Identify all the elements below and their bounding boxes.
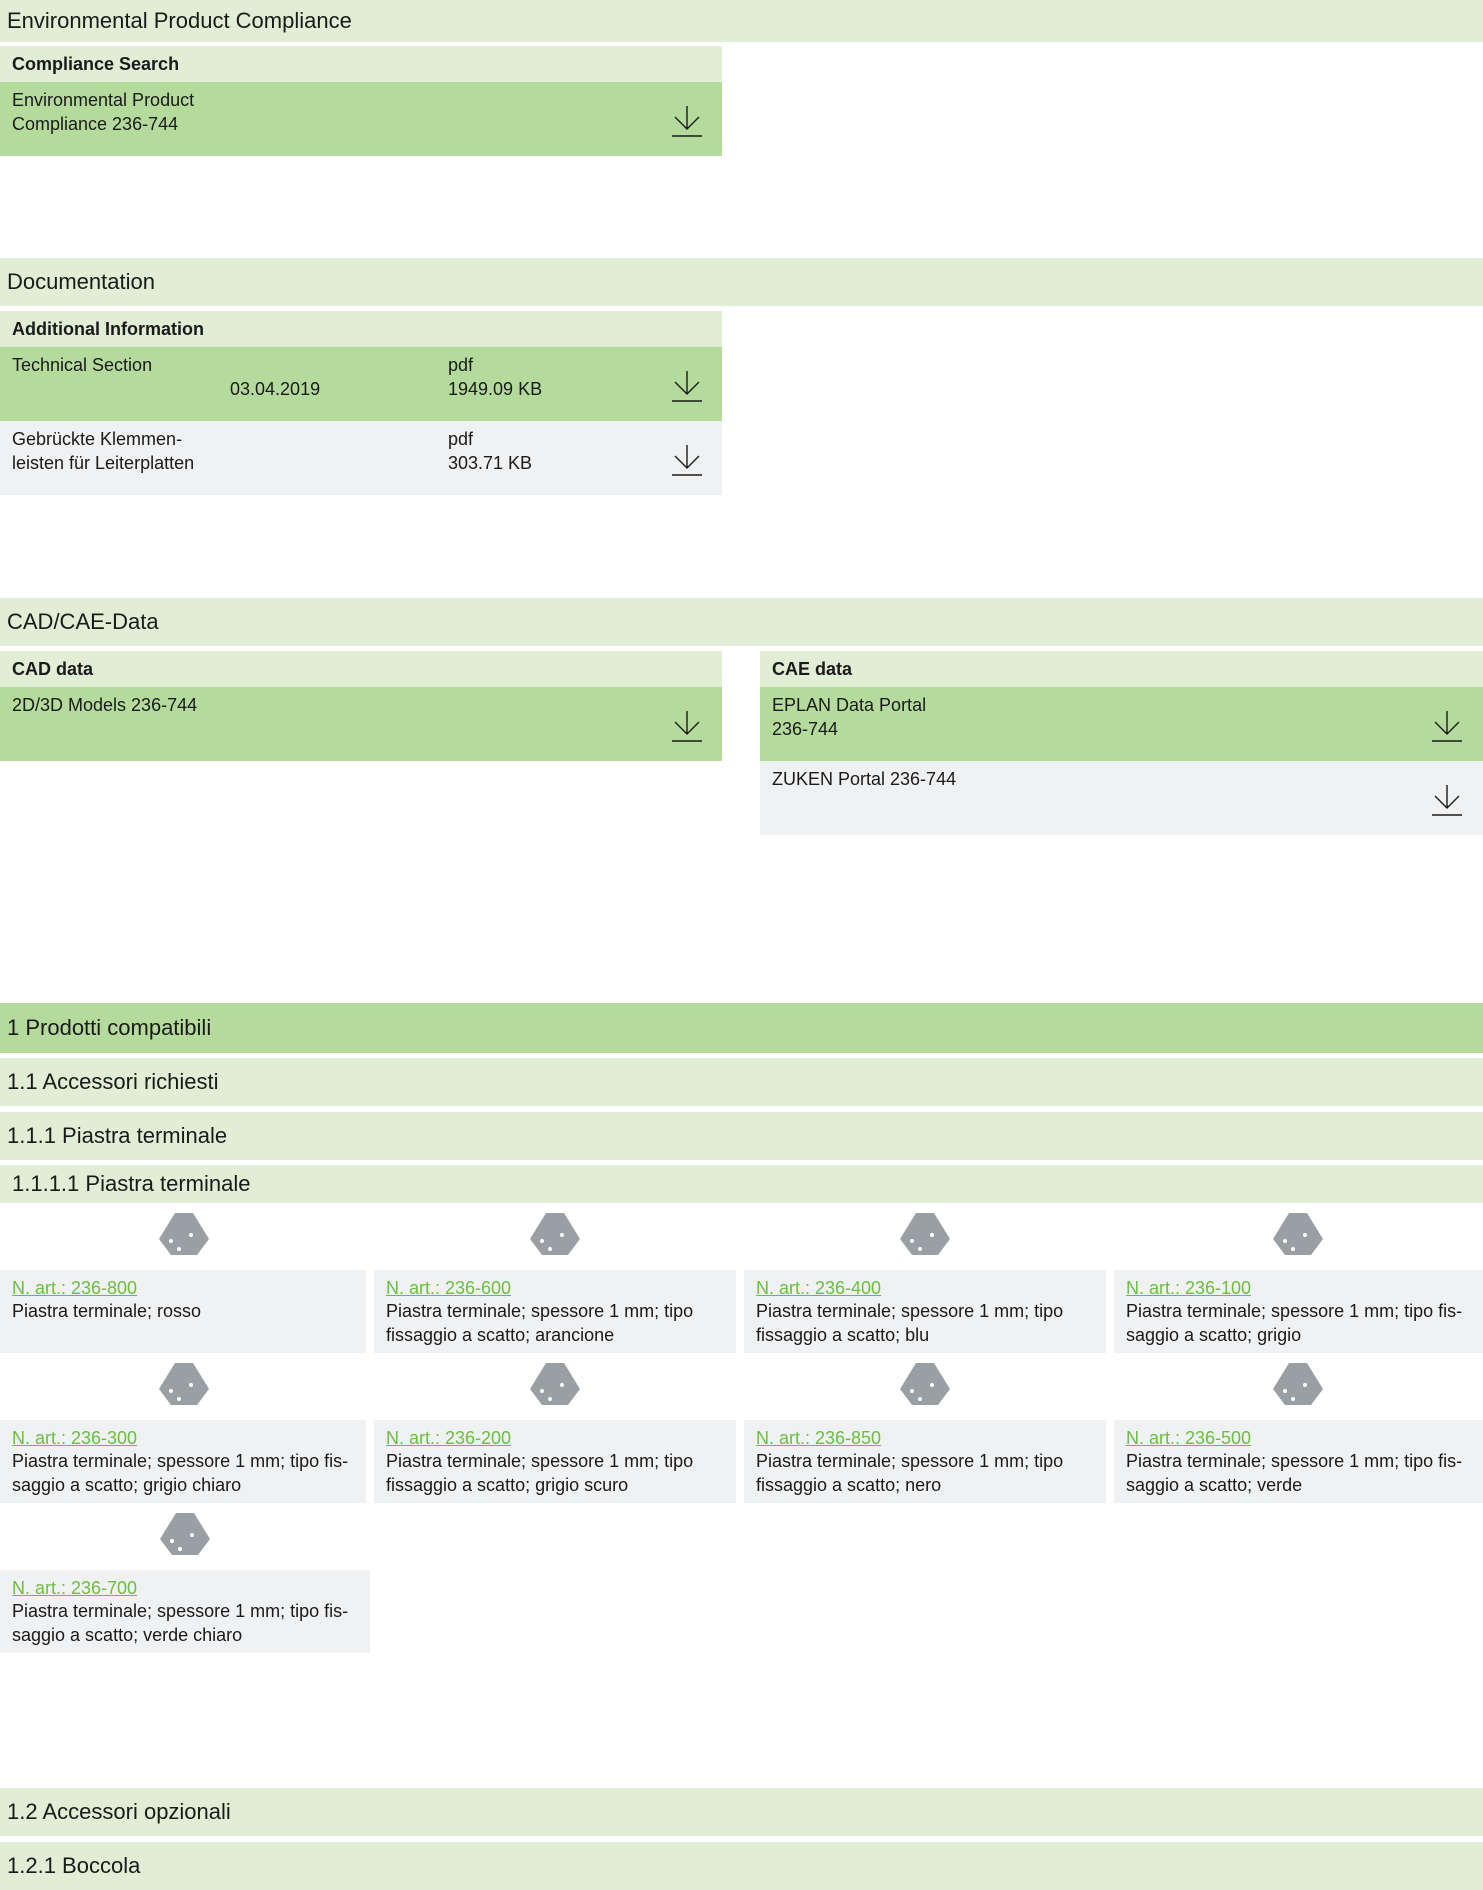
download-icon[interactable] [1430, 709, 1464, 743]
download-icon[interactable] [670, 709, 704, 743]
product-link[interactable]: N. art.: 236-800 [12, 1278, 366, 1299]
cad-section-title: CAD/CAE-Data [7, 609, 159, 634]
product-desc: Piastra terminale; spessore 1 mm; tipo f… [756, 1301, 1064, 1345]
end-plate-icon [898, 1211, 952, 1257]
product-card-236-400: N. art.: 236-400 Piastra terminale; spes… [744, 1205, 1106, 1353]
doc-type: pdf [448, 355, 474, 375]
end-plate-icon [1271, 1211, 1325, 1257]
product-link[interactable]: N. art.: 236-500 [1126, 1428, 1483, 1449]
product-desc: Piastra terminale; spessore 1 mm; tipo f… [12, 1451, 349, 1495]
end-plate-subheader: 1.1.1.1 Piastra terminale [0, 1165, 1483, 1203]
cae-row-label: ZUKEN Portal 236-744 [772, 769, 957, 789]
required-accessories-title: 1.1 Accessori richiesti [7, 1069, 219, 1094]
products-header: 1 Prodotti compatibili [0, 1003, 1483, 1053]
env-section-title: Environmental Product Compliance [7, 8, 352, 33]
product-desc: Piastra terminale; spessore 1 mm; tipo f… [1126, 1451, 1463, 1495]
doc-size: 1949.09 KB [448, 379, 543, 399]
end-plate-icon [528, 1211, 582, 1257]
product-card-236-200: N. art.: 236-200 Piastra terminale; spes… [374, 1355, 736, 1503]
product-desc: Piastra terminale; spessore 1 mm; tipo f… [1126, 1301, 1463, 1345]
product-desc: Piastra terminale; spessore 1 mm; tipo f… [386, 1301, 694, 1345]
end-plate-icon [157, 1211, 211, 1257]
product-info: N. art.: 236-400 Piastra terminale; spes… [744, 1270, 1106, 1353]
end-plate-icon [157, 1361, 211, 1407]
doc-name: Gebrückte Klemmen- leisten für Leiterpla… [12, 429, 195, 473]
end-plate-icon [1271, 1361, 1325, 1407]
bushing-title: 1.2.1 Boccola [7, 1853, 141, 1878]
docs-section-header: Documentation [0, 258, 1483, 306]
end-plate-icon [898, 1361, 952, 1407]
required-accessories-header: 1.1 Accessori richiesti [0, 1058, 1483, 1106]
product-card-236-600: N. art.: 236-600 Piastra terminale; spes… [374, 1205, 736, 1353]
product-info: N. art.: 236-100 Piastra terminale; spes… [1114, 1270, 1483, 1353]
bushing-header: 1.2.1 Boccola [0, 1842, 1483, 1890]
cad-section-header: CAD/CAE-Data [0, 598, 1483, 646]
env-subheader: Compliance Search [0, 46, 722, 82]
cad-subheader-title: CAD data [12, 658, 94, 679]
product-info: N. art.: 236-700 Piastra terminale; spes… [0, 1570, 370, 1653]
product-card-236-300: N. art.: 236-300 Piastra terminale; spes… [0, 1355, 366, 1503]
product-link[interactable]: N. art.: 236-600 [386, 1278, 736, 1299]
cae-row-eplan[interactable]: EPLAN Data Portal 236-744 [760, 687, 1483, 761]
cad-row-models[interactable]: 2D/3D Models 236-744 [0, 687, 722, 761]
docs-row-technical[interactable]: Technical Section 03.04.2019 pdf 1949.09… [0, 347, 722, 421]
product-desc: Piastra terminale; spessore 1 mm; tipo f… [12, 1601, 349, 1645]
product-link[interactable]: N. art.: 236-100 [1126, 1278, 1483, 1299]
product-link[interactable]: N. art.: 236-400 [756, 1278, 1106, 1299]
optional-accessories-header: 1.2 Accessori opzionali [0, 1788, 1483, 1836]
product-link[interactable]: N. art.: 236-300 [12, 1428, 366, 1449]
product-card-236-100: N. art.: 236-100 Piastra terminale; spes… [1114, 1205, 1483, 1353]
end-plate-subtitle: 1.1.1.1 Piastra terminale [12, 1171, 251, 1196]
product-info: N. art.: 236-500 Piastra terminale; spes… [1114, 1420, 1483, 1503]
product-card-236-850: N. art.: 236-850 Piastra terminale; spes… [744, 1355, 1106, 1503]
end-plate-header: 1.1.1 Piastra terminale [0, 1112, 1483, 1160]
env-download-row[interactable]: Environmental Product Compliance 236-744 [0, 82, 722, 156]
end-plate-icon [158, 1511, 212, 1557]
cad-row-label: 2D/3D Models 236-744 [12, 695, 198, 715]
product-info: N. art.: 236-300 Piastra terminale; spes… [0, 1420, 366, 1503]
download-icon[interactable] [670, 104, 704, 138]
env-subheader-title: Compliance Search [12, 53, 180, 74]
doc-name: Technical Section [12, 355, 153, 375]
env-section-header: Environmental Product Compliance [0, 0, 1483, 42]
product-card-236-700: N. art.: 236-700 Piastra terminale; spes… [0, 1505, 370, 1653]
doc-date: 03.04.2019 [230, 379, 321, 399]
cae-subheader-title: CAE data [772, 658, 853, 679]
cae-row-zuken[interactable]: ZUKEN Portal 236-744 [760, 761, 1483, 835]
docs-section-title: Documentation [7, 269, 155, 294]
docs-row-gebrueckte[interactable]: Gebrückte Klemmen- leisten für Leiterpla… [0, 421, 722, 495]
doc-size: 303.71 KB [448, 453, 533, 473]
download-icon[interactable] [1430, 783, 1464, 817]
products-title: 1 Prodotti compatibili [7, 1015, 212, 1040]
doc-type: pdf [448, 429, 474, 449]
env-row-label: Environmental Product Compliance 236-744 [12, 90, 195, 134]
download-icon[interactable] [670, 369, 704, 403]
product-desc: Piastra terminale; spessore 1 mm; tipo f… [386, 1451, 694, 1495]
docs-subheader-title: Additional Information [12, 318, 204, 339]
download-icon[interactable] [670, 443, 704, 477]
end-plate-icon [528, 1361, 582, 1407]
cae-row-label: EPLAN Data Portal 236-744 [772, 695, 927, 739]
product-info: N. art.: 236-600 Piastra terminale; spes… [374, 1270, 736, 1353]
end-plate-title: 1.1.1 Piastra terminale [7, 1123, 228, 1148]
optional-accessories-title: 1.2 Accessori opzionali [7, 1799, 231, 1824]
cae-subheader: CAE data [760, 651, 1483, 687]
product-info: N. art.: 236-200 Piastra terminale; spes… [374, 1420, 736, 1503]
cad-subheader: CAD data [0, 651, 722, 687]
product-info: N. art.: 236-850 Piastra terminale; spes… [744, 1420, 1106, 1503]
docs-subheader: Additional Information [0, 311, 722, 347]
product-card-236-800: N. art.: 236-800 Piastra terminale; ross… [0, 1205, 366, 1353]
product-info: N. art.: 236-800 Piastra terminale; ross… [0, 1270, 366, 1353]
product-link[interactable]: N. art.: 236-700 [12, 1578, 370, 1599]
product-link[interactable]: N. art.: 236-200 [386, 1428, 736, 1449]
product-desc: Piastra terminale; rosso [12, 1301, 202, 1321]
product-link[interactable]: N. art.: 236-850 [756, 1428, 1106, 1449]
product-card-236-500: N. art.: 236-500 Piastra terminale; spes… [1114, 1355, 1483, 1503]
product-desc: Piastra terminale; spessore 1 mm; tipo f… [756, 1451, 1064, 1495]
